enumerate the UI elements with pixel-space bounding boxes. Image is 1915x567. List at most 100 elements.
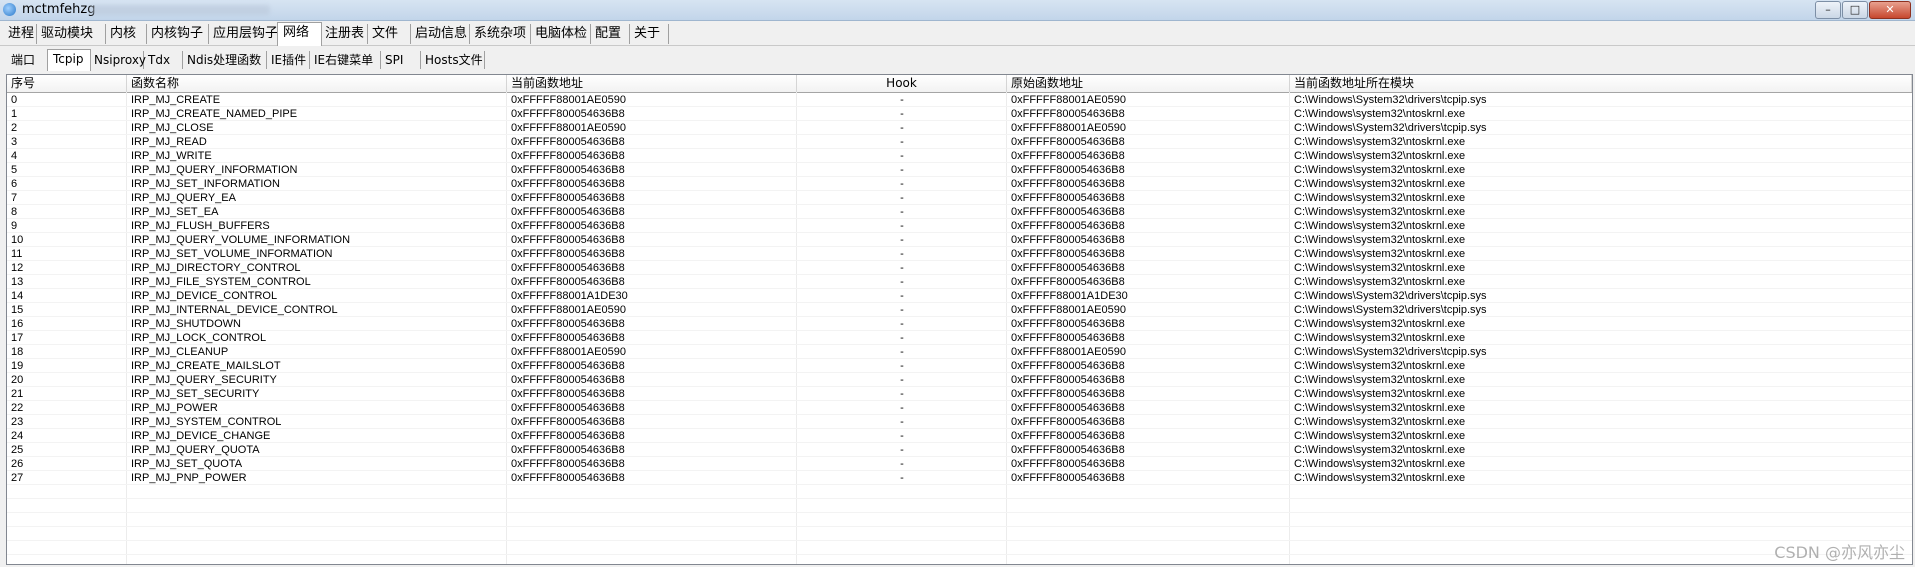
table-row[interactable]: 17 IRP_MJ_LOCK_CONTROL 0xFFFFF800054636B8 -… xyxy=(7,331,1912,345)
maximize-button[interactable]: □ xyxy=(1842,1,1868,19)
menu-tab-4[interactable]: 应用层钩子 xyxy=(208,24,278,44)
col-module-cell: C:\Windows\system32\ntoskrnl.exe xyxy=(1294,332,1466,344)
col-index-cell: 1 xyxy=(11,108,18,120)
menu-tab-10[interactable]: 电脑体检 xyxy=(530,24,591,44)
table-row[interactable]: 8 IRP_MJ_SET_EA 0xFFFFF800054636B8 - 0xFFFFF… xyxy=(7,205,1912,219)
col-hook-cell: - xyxy=(900,220,904,232)
table-row[interactable]: 14 IRP_MJ_DEVICE_CONTROL 0xFFFFF88001A1DE3… xyxy=(7,289,1912,303)
row-gridline xyxy=(7,120,1912,121)
table-row[interactable]: 9 IRP_MJ_FLUSH_BUFFERS 0xFFFFF800054636B8 -… xyxy=(7,219,1912,233)
row-gridline xyxy=(7,232,1912,233)
col-index-cell: 16 xyxy=(11,318,24,330)
row-gridline xyxy=(7,470,1912,471)
col-index-cell: 3 xyxy=(11,136,18,148)
sub-tab-4[interactable]: Ndis处理函数 xyxy=(182,51,267,69)
sub-tab-6[interactable]: IE右键菜单 xyxy=(309,51,381,69)
col-function-name-cell: IRP_MJ_READ xyxy=(131,136,207,148)
col-current-address-cell: 0xFFFFF800054636B8 xyxy=(511,262,625,274)
col-hook-cell: - xyxy=(900,192,904,204)
col-original-address-cell: 0xFFFFF800054636B8 xyxy=(1011,206,1125,218)
col-original-address-cell: 0xFFFFF800054636B8 xyxy=(1011,416,1125,428)
sub-tab-2[interactable]: Nsiproxy xyxy=(89,51,146,69)
col-original-address-cell: 0xFFFFF800054636B8 xyxy=(1011,164,1125,176)
table-row[interactable]: 3 IRP_MJ_READ 0xFFFFF800054636B8 - 0xFFFFF80… xyxy=(7,135,1912,149)
table-row[interactable]: 1 IRP_MJ_CREATE_NAMED_PIPE 0xFFFFF80005463… xyxy=(7,107,1912,121)
col-function-name-cell: IRP_MJ_SYSTEM_CONTROL xyxy=(131,416,282,428)
col-hook-cell: - xyxy=(900,136,904,148)
row-gridline xyxy=(7,260,1912,261)
col-function-name-cell: IRP_MJ_FILE_SYSTEM_CONTROL xyxy=(131,276,311,288)
table-row[interactable]: 6 IRP_MJ_SET_INFORMATION 0xFFFFF800054636B… xyxy=(7,177,1912,191)
col-function-name-cell: IRP_MJ_SHUTDOWN xyxy=(131,318,242,330)
row-gridline xyxy=(7,134,1912,135)
menu-tab-2[interactable]: 内核 xyxy=(105,24,147,44)
col-module-cell: C:\Windows\system32\ntoskrnl.exe xyxy=(1294,472,1466,484)
col-function-name-cell: IRP_MJ_SET_SECURITY xyxy=(131,388,260,400)
sub-tab-1[interactable]: Tcpip xyxy=(47,49,91,71)
table-row[interactable]: 5 IRP_MJ_QUERY_INFORMATION 0xFFFFF80005463… xyxy=(7,163,1912,177)
table-row[interactable]: 20 IRP_MJ_QUERY_SECURITY 0xFFFFF800054636B… xyxy=(7,373,1912,387)
menu-tab-0[interactable]: 进程 xyxy=(3,24,37,44)
col-module-cell: C:\Windows\system32\ntoskrnl.exe xyxy=(1294,178,1466,190)
row-gridline xyxy=(7,414,1912,415)
table-row[interactable]: 25 IRP_MJ_QUERY_QUOTA 0xFFFFF800054636B8 - 0… xyxy=(7,443,1912,457)
sub-tab-3[interactable]: Tdx xyxy=(143,51,183,69)
col-current-address-cell: 0xFFFFF800054636B8 xyxy=(511,360,625,372)
menu-tab-1[interactable]: 驱动模块 xyxy=(36,24,106,44)
col-original-address-cell: 0xFFFFF88001A1DE30 xyxy=(1011,290,1128,302)
table-row[interactable]: 15 IRP_MJ_INTERNAL_DEVICE_CONTROL 0xFFFFF8… xyxy=(7,303,1912,317)
minimize-button[interactable]: – xyxy=(1815,1,1841,19)
table-row[interactable]: 18 IRP_MJ_CLEANUP 0xFFFFF88001AE0590 - 0xFFF… xyxy=(7,345,1912,359)
col-index-cell: 21 xyxy=(11,388,24,400)
col-current-address-cell: 0xFFFFF800054636B8 xyxy=(511,374,625,386)
menu-tab-6[interactable]: 注册表 xyxy=(320,24,368,44)
col-hook-cell: - xyxy=(900,430,904,442)
menu-tab-7[interactable]: 文件 xyxy=(367,24,411,44)
menu-tab-9[interactable]: 系统杂项 xyxy=(469,24,531,44)
sub-tab-7[interactable]: SPI xyxy=(380,51,421,69)
menu-tab-5[interactable]: 网络 xyxy=(277,22,322,46)
col-function-name-cell: IRP_MJ_SET_INFORMATION xyxy=(131,178,280,190)
col-hook-cell: - xyxy=(900,178,904,190)
table-row[interactable]: 10 IRP_MJ_QUERY_VOLUME_INFORMATION 0xFFFFF… xyxy=(7,233,1912,247)
menu-tab-8[interactable]: 启动信息 xyxy=(410,24,470,44)
table-row[interactable]: 12 IRP_MJ_DIRECTORY_CONTROL 0xFFFFF8000546… xyxy=(7,261,1912,275)
col-hook-header[interactable]: Hook xyxy=(797,75,1007,92)
table-row[interactable]: 26 IRP_MJ_SET_QUOTA 0xFFFFF800054636B8 - 0xF… xyxy=(7,457,1912,471)
table-row[interactable]: 0 IRP_MJ_CREATE 0xFFFFF88001AE0590 - 0xFFFFF… xyxy=(7,93,1912,107)
sub-tab-5[interactable]: IE插件 xyxy=(266,51,310,69)
table-row[interactable]: 4 IRP_MJ_WRITE 0xFFFFF800054636B8 - 0xFFFFF8… xyxy=(7,149,1912,163)
col-module-cell: C:\Windows\System32\drivers\tcpip.sys xyxy=(1294,346,1487,358)
col-original-address-cell: 0xFFFFF88001AE0590 xyxy=(1011,94,1126,106)
menu-tab-3[interactable]: 内核钩子 xyxy=(146,24,209,44)
table-row[interactable]: 13 IRP_MJ_FILE_SYSTEM_CONTROL 0xFFFFF80005… xyxy=(7,275,1912,289)
col-current-address-cell: 0xFFFFF800054636B8 xyxy=(511,430,625,442)
close-button[interactable]: ✕ xyxy=(1869,1,1911,19)
table-row[interactable]: 7 IRP_MJ_QUERY_EA 0xFFFFF800054636B8 - 0xFFF… xyxy=(7,191,1912,205)
table-row[interactable]: 2 IRP_MJ_CLOSE 0xFFFFF88001AE0590 - 0xFFFFF8… xyxy=(7,121,1912,135)
table-row[interactable]: 11 IRP_MJ_SET_VOLUME_INFORMATION 0xFFFFF80… xyxy=(7,247,1912,261)
col-index-header[interactable]: 序号 xyxy=(7,75,127,92)
row-gridline xyxy=(7,330,1912,331)
table-row[interactable]: 21 IRP_MJ_SET_SECURITY 0xFFFFF800054636B8 -… xyxy=(7,387,1912,401)
col-hook-cell: - xyxy=(900,402,904,414)
table-row[interactable]: 23 IRP_MJ_SYSTEM_CONTROL 0xFFFFF800054636B… xyxy=(7,415,1912,429)
col-original-address-cell: 0xFFFFF800054636B8 xyxy=(1011,276,1125,288)
app-icon xyxy=(3,3,16,16)
table-row[interactable]: 16 IRP_MJ_SHUTDOWN 0xFFFFF800054636B8 - 0xFF… xyxy=(7,317,1912,331)
col-original-address-cell: 0xFFFFF88001AE0590 xyxy=(1011,122,1126,134)
col-function-name-header[interactable]: 函数名称 xyxy=(127,75,507,92)
table-row[interactable]: 19 IRP_MJ_CREATE_MAILSLOT 0xFFFFF800054636… xyxy=(7,359,1912,373)
col-current-address-header[interactable]: 当前函数地址 xyxy=(507,75,797,92)
col-module-header[interactable]: 当前函数地址所在模块 xyxy=(1290,75,1912,92)
sub-tab-8[interactable]: Hosts文件 xyxy=(420,51,485,69)
col-original-address-header[interactable]: 原始函数地址 xyxy=(1007,75,1290,92)
table-row[interactable]: 27 IRP_MJ_PNP_POWER 0xFFFFF800054636B8 - 0xF… xyxy=(7,471,1912,485)
menu-tab-11[interactable]: 配置 xyxy=(590,24,630,44)
sub-tab-0[interactable]: 端口 xyxy=(6,51,48,69)
col-function-name-cell: IRP_MJ_QUERY_EA xyxy=(131,192,236,204)
table-row[interactable]: 22 IRP_MJ_POWER 0xFFFFF800054636B8 - 0xFFFFF… xyxy=(7,401,1912,415)
table-row[interactable]: 24 IRP_MJ_DEVICE_CHANGE 0xFFFFF800054636B8… xyxy=(7,429,1912,443)
col-index-cell: 20 xyxy=(11,374,24,386)
menu-tab-12[interactable]: 关于 xyxy=(629,24,669,44)
